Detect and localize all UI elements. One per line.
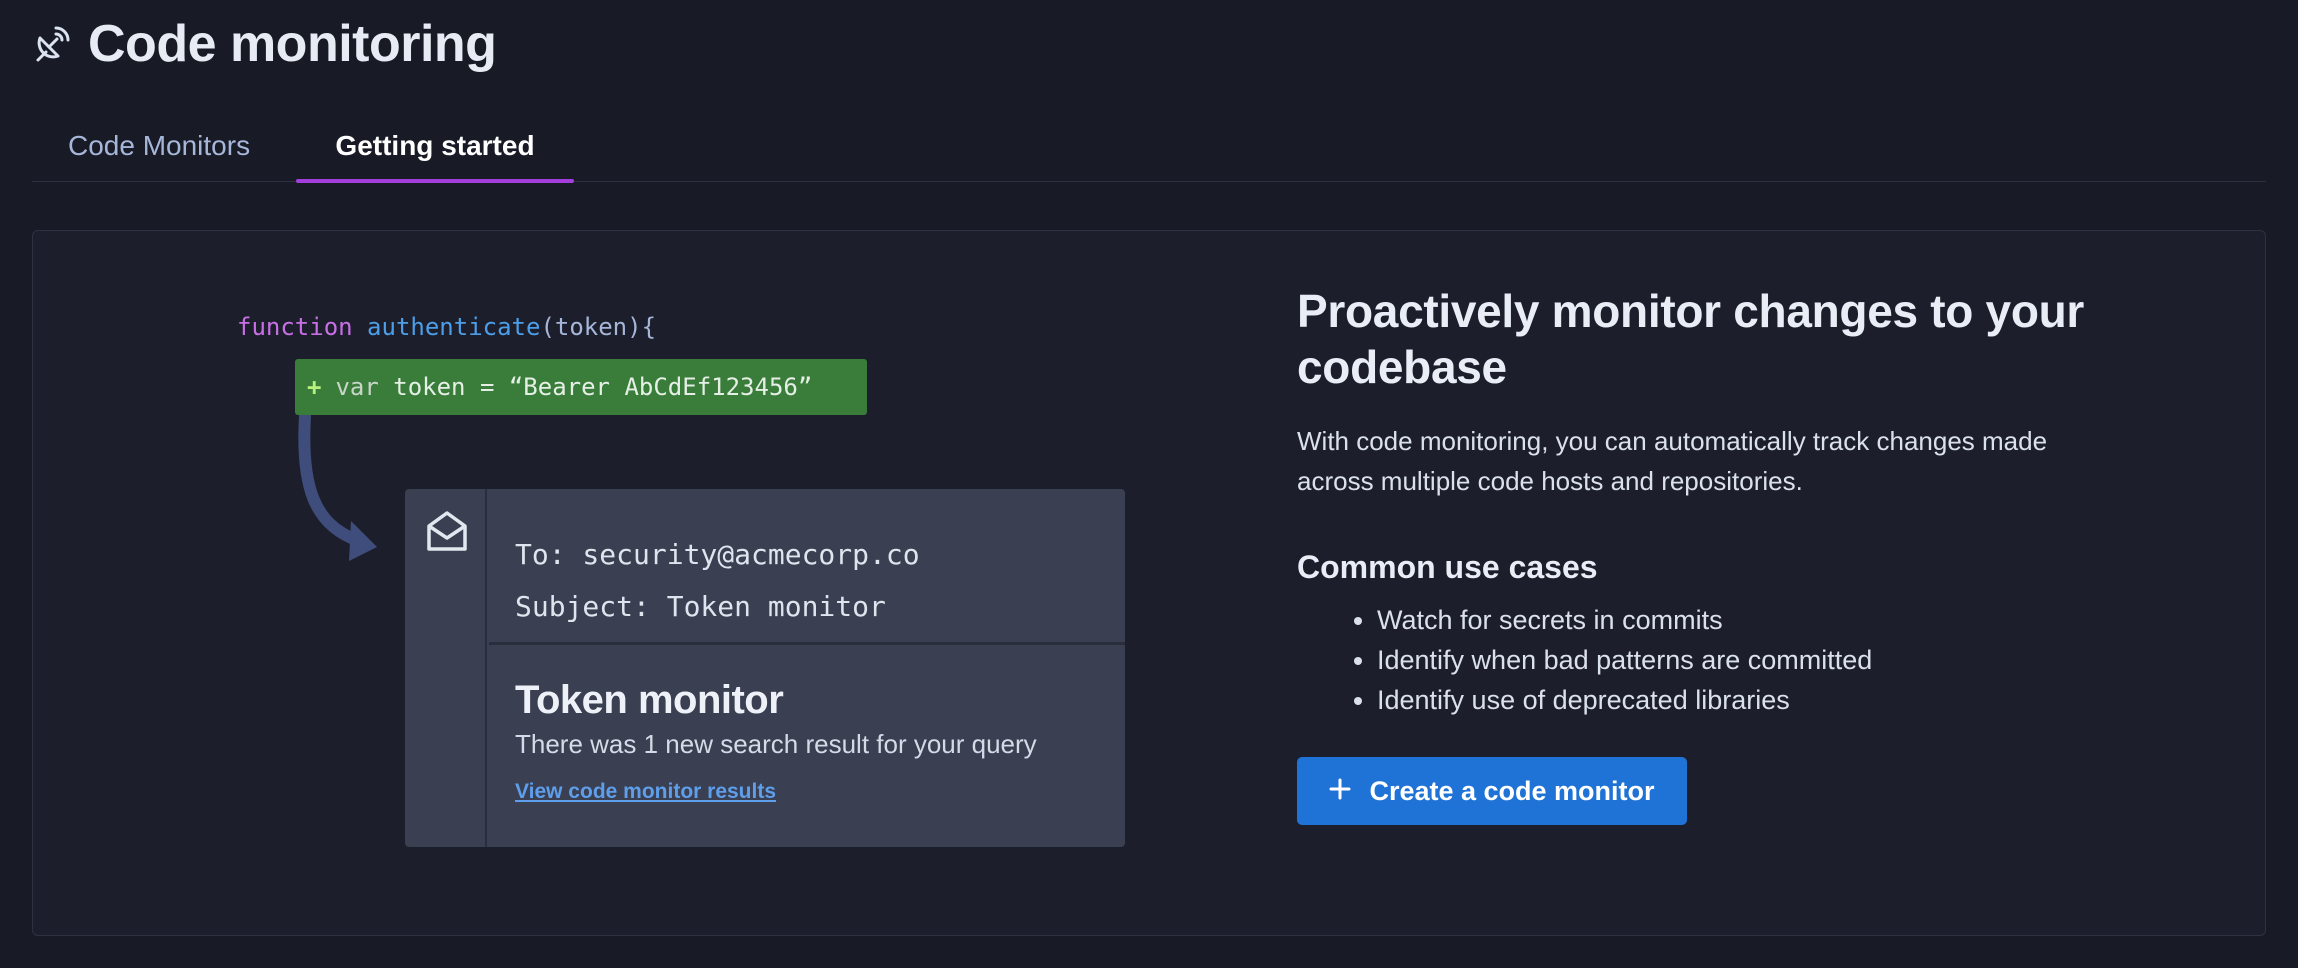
diff-plus: + [307,373,322,401]
intro-heading: Proactively monitor changes to your code… [1297,285,2085,393]
email-body: Token monitor There was 1 new search res… [489,648,1125,847]
code-monitoring-page: Code monitoring Code Monitors Getting st… [0,0,2298,968]
email-gutter [405,489,487,847]
code-keyword: function [237,313,353,341]
page-title: Code monitoring [88,15,497,73]
email-to: To: security@acmecorp.co [515,538,920,571]
email-title: Token monitor [515,678,784,722]
use-cases-title: Common use cases [1297,549,1598,585]
getting-started-panel: function authenticate(token){ + var token… [32,230,2266,936]
tab-code-monitors[interactable]: Code Monitors [32,110,296,182]
code-added-text: token = “Bearer AbCdEf123456” [378,373,813,401]
page-header: Code monitoring [32,12,497,76]
create-code-monitor-button[interactable]: Create a code monitor [1297,757,1687,825]
intro-description: With code monitoring, you can automatica… [1297,426,2048,496]
tab-getting-started[interactable]: Getting started [296,110,574,183]
tab-bar: Code Monitors Getting started [32,110,2266,183]
email-subject: Subject: Token monitor [515,590,886,623]
email-preview-card: To: security@acmecorp.co Subject: Token … [405,489,1125,847]
envelope-open-icon [425,509,469,558]
view-results-link[interactable]: View code monitor results [515,780,776,804]
list-item: Watch for secrets in commits [1377,600,2097,640]
satellite-dish-icon [32,24,72,64]
code-var-keyword: var [335,373,379,401]
create-code-monitor-label: Create a code monitor [1369,775,1655,806]
added-code-line: + var token = “Bearer AbCdEf123456” [295,359,867,415]
code-args: (token){ [540,313,657,341]
code-snippet-line: function authenticate(token){ [237,313,656,341]
use-cases-list: Watch for secrets in commits Identify wh… [1297,600,2097,720]
plus-icon [1329,776,1351,807]
list-item: Identify use of deprecated libraries [1377,680,2097,720]
code-function-name: authenticate [367,313,541,341]
list-item: Identify when bad patterns are committed [1377,640,2097,680]
email-text: There was 1 new search result for your q… [515,729,1037,759]
email-header: To: security@acmecorp.co Subject: Token … [489,489,1125,645]
intro-content: Proactively monitor changes to your code… [1297,283,2097,720]
arrow-icon [298,415,377,561]
